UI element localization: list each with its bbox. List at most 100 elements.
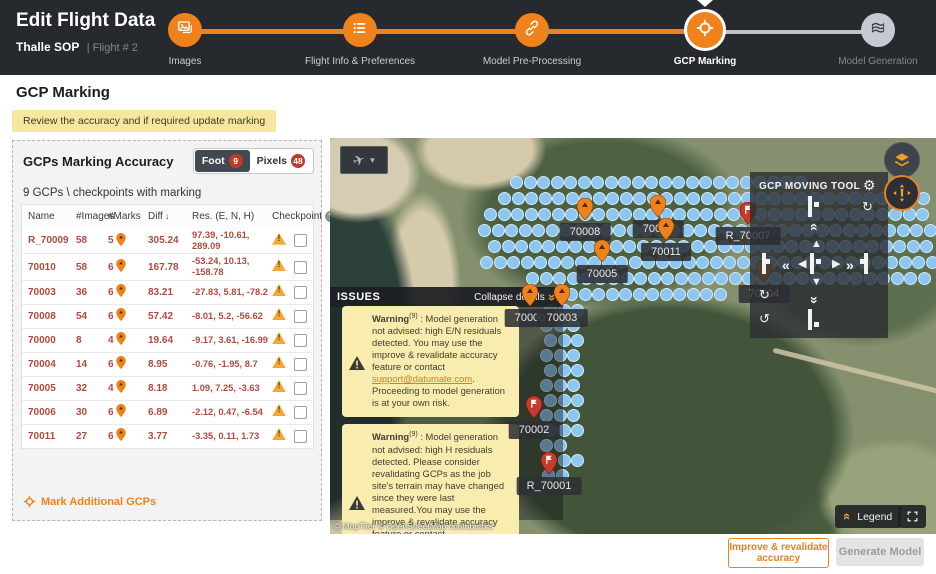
warning-icon (272, 379, 288, 397)
checkpoint-checkbox[interactable] (288, 310, 313, 323)
image-footprint-dot (515, 240, 528, 253)
gear-icon[interactable]: ⚙ (863, 178, 876, 192)
image-footprint-dot (552, 192, 565, 205)
gcp-images-count: 32 (76, 383, 108, 394)
image-footprint-dot (648, 272, 661, 285)
mark-additional-gcps-link[interactable]: Mark Additional GCPs (23, 495, 156, 508)
gcp-move-mode-button[interactable] (884, 175, 920, 211)
link-icon (523, 19, 541, 42)
gcp-name: 70011 (22, 431, 76, 442)
checkpoint-checkbox[interactable] (288, 234, 313, 247)
checkpoint-checkbox[interactable] (288, 358, 313, 371)
stepper-line-complete (185, 29, 705, 34)
image-footprint-dot (525, 208, 538, 221)
move-down-button[interactable]: ▼ (811, 277, 822, 288)
table-row[interactable]: 7000854657.42-8.01, 5.2, -56.62 (22, 304, 313, 328)
warning-icon (272, 283, 288, 301)
checkpoint-checkbox[interactable] (288, 286, 313, 299)
unit-toggle: Foot 9 Pixels 48 (193, 148, 314, 174)
move-left-button[interactable]: ◀ (798, 259, 806, 270)
move-down-fast-button[interactable]: » (808, 296, 822, 304)
image-footprint-dot (552, 208, 565, 221)
table-row[interactable]: 700112763.77-3.35, 0.11, 1.73 (22, 424, 313, 448)
snap-left-button[interactable] (762, 256, 766, 272)
map-canvas[interactable]: ISSUES Collapse details » Warning(9) : M… (330, 138, 936, 534)
refresh-icon[interactable]: ↻ (862, 200, 873, 213)
frame-center-button[interactable] (808, 199, 812, 215)
gcp-pin-70005[interactable] (594, 240, 610, 262)
image-footprint-dot (661, 272, 674, 285)
move-right-fast-button[interactable]: » (846, 258, 854, 272)
snap-right-button[interactable] (864, 256, 868, 272)
gcp-pin-70011[interactable] (658, 218, 674, 240)
image-footprint-dot (634, 272, 647, 285)
checkpoint-pin-R_70001[interactable] (541, 452, 557, 474)
move-left-fast-button[interactable]: « (782, 258, 790, 272)
image-footprint-dot (646, 288, 659, 301)
map-layers-button[interactable] (884, 142, 920, 178)
checkpoint-checkbox[interactable] (288, 406, 313, 419)
snap-bottom-button[interactable] (808, 312, 812, 328)
legend-button[interactable]: « Legend (835, 505, 901, 528)
collapse-details-button[interactable]: Collapse details » (474, 291, 556, 304)
step-gcp-marking[interactable] (684, 9, 726, 51)
col-name: Name (22, 207, 76, 226)
table-row[interactable]: 700053248.181.09, 7.25, -3.63 (22, 376, 313, 400)
rotate-cw-icon[interactable]: ↻ (759, 288, 770, 301)
image-footprint-dot (529, 240, 542, 253)
col-checkpoint-label: Checkpoint (272, 211, 322, 222)
checkpoint-pin-70002[interactable] (526, 396, 542, 418)
gcp-pin-70003[interactable] (554, 284, 570, 306)
gcp-pin-70006[interactable] (650, 195, 666, 217)
current-step-caret (697, 0, 713, 7)
image-footprint-dot (907, 240, 920, 253)
gcp-pin-70000[interactable] (522, 284, 538, 306)
step-model-generation[interactable] (861, 13, 895, 47)
step-images[interactable] (168, 13, 202, 47)
gcp-pin-70008[interactable] (577, 198, 593, 220)
image-footprint-dot (686, 176, 699, 189)
gcp-marks-count: 6 (108, 428, 148, 444)
checkpoint-checkbox[interactable] (288, 334, 313, 347)
table-row[interactable]: 700008419.64-9.17, 3.61, -16.99 (22, 328, 313, 352)
checkpoint-checkbox[interactable] (288, 261, 313, 274)
move-up-fast-button[interactable]: « (808, 223, 822, 231)
image-footprint-dot (546, 224, 559, 237)
flight-path-toggle-button[interactable]: ✈ ▾ (340, 146, 388, 174)
gcp-name: R_70009 (22, 235, 76, 246)
gcp-summary-text: 9 GCPs \ checkpoints with marking (23, 187, 201, 199)
table-row[interactable]: 700041468.95-0.76, -1.95, 8.7 (22, 352, 313, 376)
pin-icon (116, 404, 126, 420)
step-flight-info-preferences[interactable] (343, 13, 377, 47)
checkpoint-checkbox[interactable] (288, 382, 313, 395)
image-footprint-dot (700, 288, 713, 301)
checkpoint-checkbox[interactable] (288, 430, 313, 443)
table-row[interactable]: 70010586167.78-53.24, 10.13, -158.78 (22, 253, 313, 279)
table-row[interactable]: 7000336683.21-27.83, 5.81, -78.2 (22, 280, 313, 304)
image-footprint-dot (926, 256, 936, 269)
col-diff-sort[interactable]: Diff (148, 207, 192, 226)
pin-icon (116, 332, 126, 348)
image-footprint-dot (548, 256, 561, 269)
fullscreen-button[interactable] (898, 505, 926, 528)
gcp-images-count: 14 (76, 359, 108, 370)
table-row[interactable]: R_70009585305.2497.39, -10.61, 289.09 (22, 228, 313, 253)
center-button[interactable] (810, 256, 814, 272)
list-icon (351, 19, 369, 42)
move-up-button[interactable]: ▲ (811, 239, 822, 250)
rotate-ccw-icon[interactable]: ↺ (759, 312, 770, 325)
image-footprint-dot (899, 256, 912, 269)
improve-revalidate-button[interactable]: Improve & revalidate accuracy (728, 538, 829, 568)
step-model-pre-processing[interactable] (515, 13, 549, 47)
generate-model-button[interactable]: Generate Model (836, 538, 924, 566)
image-footprint-dot (713, 176, 726, 189)
step-label: Model Generation (793, 56, 936, 67)
toggle-foot[interactable]: Foot 9 (195, 150, 250, 172)
move-right-button[interactable]: ▶ (832, 259, 840, 270)
image-footprint-dot (538, 208, 551, 221)
image-footprint-dot (897, 224, 910, 237)
image-footprint-dot (904, 272, 917, 285)
toggle-pixels[interactable]: Pixels 48 (250, 150, 312, 172)
table-row[interactable]: 700063066.89-2.12, 0.47, -6.54 (22, 400, 313, 424)
support-email-link[interactable]: support@datumate.com (372, 373, 472, 384)
